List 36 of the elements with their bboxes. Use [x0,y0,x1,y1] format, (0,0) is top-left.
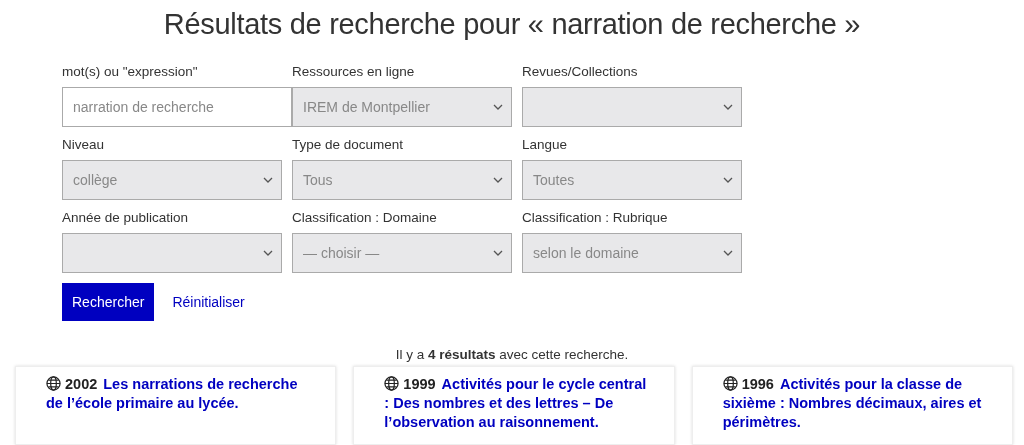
field-label: Niveau [62,137,106,152]
field-label: Classification : Domaine [292,210,438,225]
result-link[interactable]: 2002 Les narrations de recherche de l’école primaire au lycée. [46,375,316,413]
result-link[interactable]: 1999 Activités pour le cycle central : Des nombres et des lettres – De l’observation au raisonnement. [384,375,654,432]
field-label: Classification : Rubrique [522,210,669,225]
globe-icon [384,376,400,391]
chevron-icon [723,177,733,183]
field-label: mot(s) ou "expression" [62,64,199,79]
select-field[interactable]: IREM de Montpellier [292,87,512,127]
field-label: Année de publication [62,210,190,225]
field-label: Revues/Collections [522,64,639,79]
select-field[interactable] [522,87,742,127]
result-link[interactable]: 1996 Activités pour la classe de sixième : Nombres décimaux, aires et périmètres. [722,375,992,432]
chevron-icon [723,104,733,110]
field-label: Langue [522,137,569,152]
chevron-icon [493,104,503,110]
field-label: Ressources en ligne [292,64,416,79]
search-field[interactable]: narration de recherche [62,87,292,127]
select-field[interactable]: Tous [292,160,512,200]
chevron-icon [493,177,503,183]
globe-icon [722,376,738,391]
select-field[interactable]: collège [62,160,282,200]
page-title: Résultats de recherche pour « narration de recherche » [162,7,862,42]
search-button[interactable]: Rechercher [62,283,155,321]
chevron-icon [723,250,733,256]
globe-icon [46,376,61,391]
field-label: Type de document [292,137,405,152]
select-field[interactable] [62,233,282,273]
reset-link[interactable]: Réinitialiser [172,294,245,310]
results-count: Il y a 4 résultats avec cette recherche. [394,347,630,362]
select-field[interactable]: — choisir — [292,233,512,273]
chevron-icon [263,250,273,256]
chevron-icon [263,177,273,183]
chevron-icon [493,250,503,256]
select-field[interactable]: selon le domaine [522,233,742,273]
select-field[interactable]: Toutes [522,160,742,200]
